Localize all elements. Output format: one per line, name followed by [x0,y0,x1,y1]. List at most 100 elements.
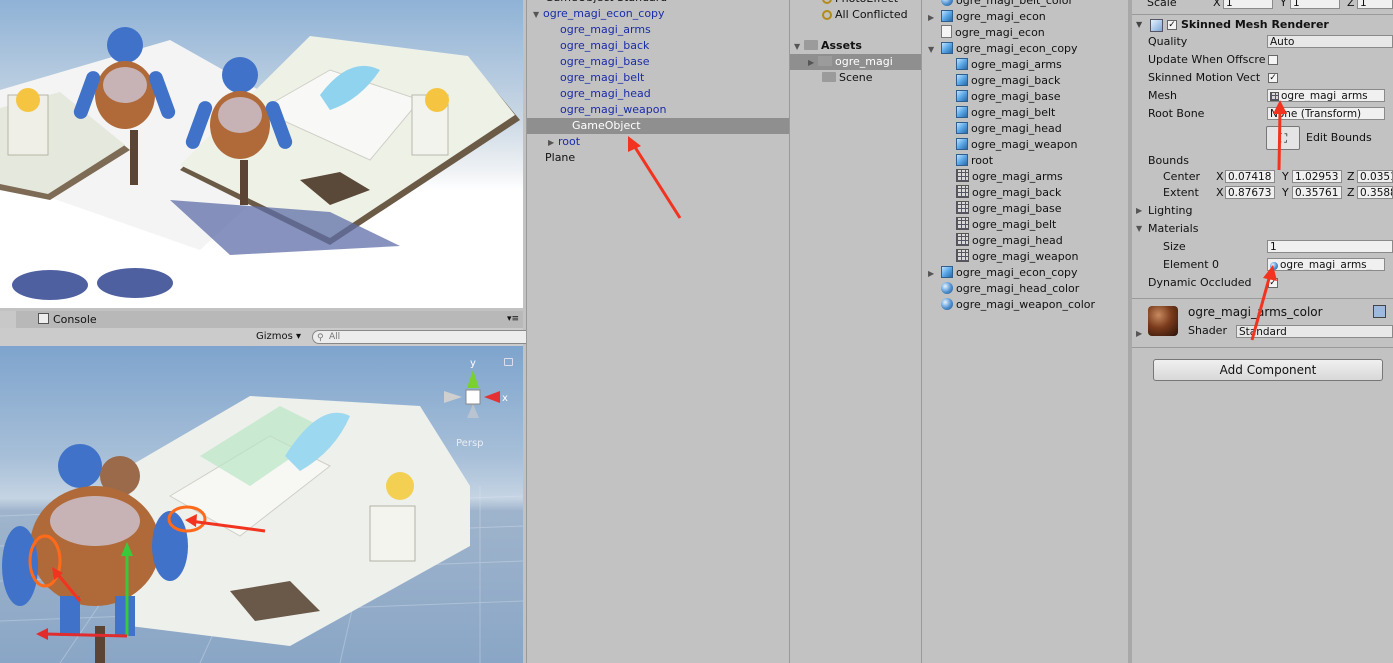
project-file-item[interactable]: ogre_magi_weapon [956,249,1078,265]
project-file-item[interactable]: ogre_magi_head [956,121,1062,137]
scale-x-field[interactable]: 1 [1223,0,1273,9]
scene-view[interactable]: y x Persp [0,346,523,663]
project-folder-item[interactable]: PhotoEffect [822,0,898,7]
hierarchy-item[interactable]: ogre_magi_belt [560,70,644,86]
scene-search-input[interactable]: ⚲ All [312,330,534,344]
gizmos-dropdown[interactable]: Gizmos ▾ [252,329,305,344]
materials-label[interactable]: Materials [1148,221,1198,237]
scale-z-axis: Z [1347,0,1355,9]
project-file-item[interactable]: ogre_magi_arms [956,57,1062,73]
project-file-item[interactable]: ogre_magi_econ [941,25,1045,41]
game-view[interactable] [0,0,523,308]
update-offscreen-checkbox[interactable] [1268,55,1278,65]
scale-z-field[interactable]: 1 [1357,0,1393,9]
project-file-item[interactable]: ogre_magi_head [956,233,1063,249]
extent-z-field[interactable]: 0.3588 [1357,186,1393,199]
extent-z-axis: Z [1347,186,1355,199]
hierarchy-item[interactable]: ogre_magi_base [560,54,649,70]
project-file-item[interactable]: ogre_magi_arms [956,169,1063,185]
expand-arrow-closed[interactable]: ▶ [808,55,818,71]
project-file-item[interactable]: ogre_magi_weapon_color [941,297,1095,313]
folder-icon [804,40,818,50]
center-z-axis: Z [1347,170,1355,183]
materials-size-field[interactable]: 1 [1267,240,1393,253]
component-enabled-checkbox[interactable]: ✓ [1167,20,1177,30]
project-file-item[interactable]: ogre_magi_belt [956,105,1055,121]
project-file-item[interactable]: ogre_magi_base [956,89,1060,105]
hierarchy-item-label: Plane [545,151,576,164]
hierarchy-item[interactable]: ogre_magi_back [560,38,649,54]
document-icon [941,25,952,38]
add-component-button[interactable]: Add Component [1153,359,1383,381]
materials-foldout-arrow[interactable]: ▼ [1136,221,1142,237]
panel-menu-icon[interactable]: ▾≡ [507,314,519,324]
mesh-field[interactable]: ogre_magi_arms [1267,89,1385,102]
lighting-foldout-arrow[interactable]: ▶ [1136,203,1142,219]
material-help-icon[interactable] [1373,305,1386,318]
prefab-icon [956,90,968,102]
project-file-item[interactable]: ogre_magi_belt_color [941,0,1073,9]
prefab-icon [956,74,968,86]
project-file-item[interactable]: ogre_magi_back [956,73,1060,89]
hierarchy-item[interactable]: GameObject [527,118,833,134]
project-file-item[interactable]: ogre_magi_back [956,185,1061,201]
project-file-label: ogre_magi_weapon_color [956,298,1096,311]
project-file-item[interactable]: ogre_magi_weapon [956,137,1077,153]
center-y-field[interactable]: 1.02953 [1292,170,1342,183]
expand-arrow-closed[interactable]: ▶ [928,10,941,26]
root-bone-field[interactable]: None (Transform) [1267,107,1385,120]
hierarchy-item[interactable]: ogre_magi_weapon [560,102,666,118]
extent-y-field[interactable]: 0.35761 [1292,186,1342,199]
prefab-icon [956,106,968,118]
hierarchy-item[interactable]: ▶ root [548,134,580,150]
shader-dropdown[interactable]: Standard [1236,325,1393,338]
project-file-item[interactable]: ogre_magi_belt [956,217,1056,233]
project-file-label: ogre_magi_base [971,90,1061,103]
edit-bounds-label: Edit Bounds [1306,131,1372,144]
project-file-item[interactable]: root [956,153,993,169]
project-folder-item[interactable]: ▶ ogre_magi [790,54,925,70]
project-folder-item[interactable]: ▼ Assets [794,38,862,54]
tab-scene[interactable] [0,311,16,328]
project-file-label: ogre_magi_econ_copy [956,42,1078,55]
project-folder-label: PhotoEffect [835,0,898,5]
edit-bounds-button[interactable]: ⛶ [1266,126,1300,150]
project-folder-item[interactable]: All Conflicted [822,7,908,23]
expand-arrow-open[interactable]: ▼ [928,42,941,58]
lock-icon[interactable] [504,358,513,366]
hierarchy-item-label: ogre_magi_arms [560,23,651,36]
expand-arrow-closed[interactable]: ▶ [548,135,558,151]
extent-x-field[interactable]: 0.87673 [1225,186,1275,199]
hierarchy-item[interactable]: Plane [545,150,575,166]
project-file-item[interactable]: ogre_magi_head_color [941,281,1079,297]
material-foldout-arrow[interactable]: ▶ [1136,326,1142,342]
tab-console[interactable]: Console [30,311,105,328]
sphere-icon [941,298,953,310]
quality-dropdown[interactable]: Auto [1267,35,1393,48]
element0-field[interactable]: ogre_magi_arms_ [1267,258,1385,271]
project-file-label: ogre_magi_belt [972,218,1057,231]
expand-arrow-closed[interactable]: ▶ [928,266,941,282]
hierarchy-item[interactable]: ogre_magi_head [560,86,651,102]
center-z-field[interactable]: 0.0351 [1357,170,1393,183]
material-preview-thumbnail[interactable] [1148,306,1178,336]
expand-arrow-open[interactable]: ▼ [794,39,804,55]
skinned-motion-checkbox[interactable]: ✓ [1268,73,1278,83]
project-file-item[interactable]: ▶ ogre_magi_econ [928,9,1046,25]
orientation-gizmo[interactable]: y x Persp [438,354,518,454]
project-file-item[interactable]: ▼ ogre_magi_econ_copy [928,41,1078,57]
lighting-label[interactable]: Lighting [1148,203,1192,219]
expand-arrow-open[interactable]: ▼ [533,7,543,23]
hierarchy-item-label: ogre_magi_weapon [560,103,667,116]
hierarchy-item-label: root [558,135,581,148]
hierarchy-item[interactable]: ogre_magi_arms [560,22,651,38]
scale-y-field[interactable]: 1 [1290,0,1340,9]
hierarchy-item[interactable]: ▼ ogre_magi_econ_copy [533,6,665,22]
center-x-field[interactable]: 0.07418 [1225,170,1275,183]
material-name: ogre_magi_arms_color [1188,305,1323,319]
project-file-item[interactable]: ogre_magi_base [956,201,1061,217]
project-folder-item[interactable]: Scene [822,70,873,86]
project-file-item[interactable]: ▶ ogre_magi_econ_copy [928,265,1078,281]
component-foldout-arrow[interactable]: ▼ [1136,17,1142,33]
dynamic-occluded-checkbox[interactable]: ✓ [1268,278,1278,288]
